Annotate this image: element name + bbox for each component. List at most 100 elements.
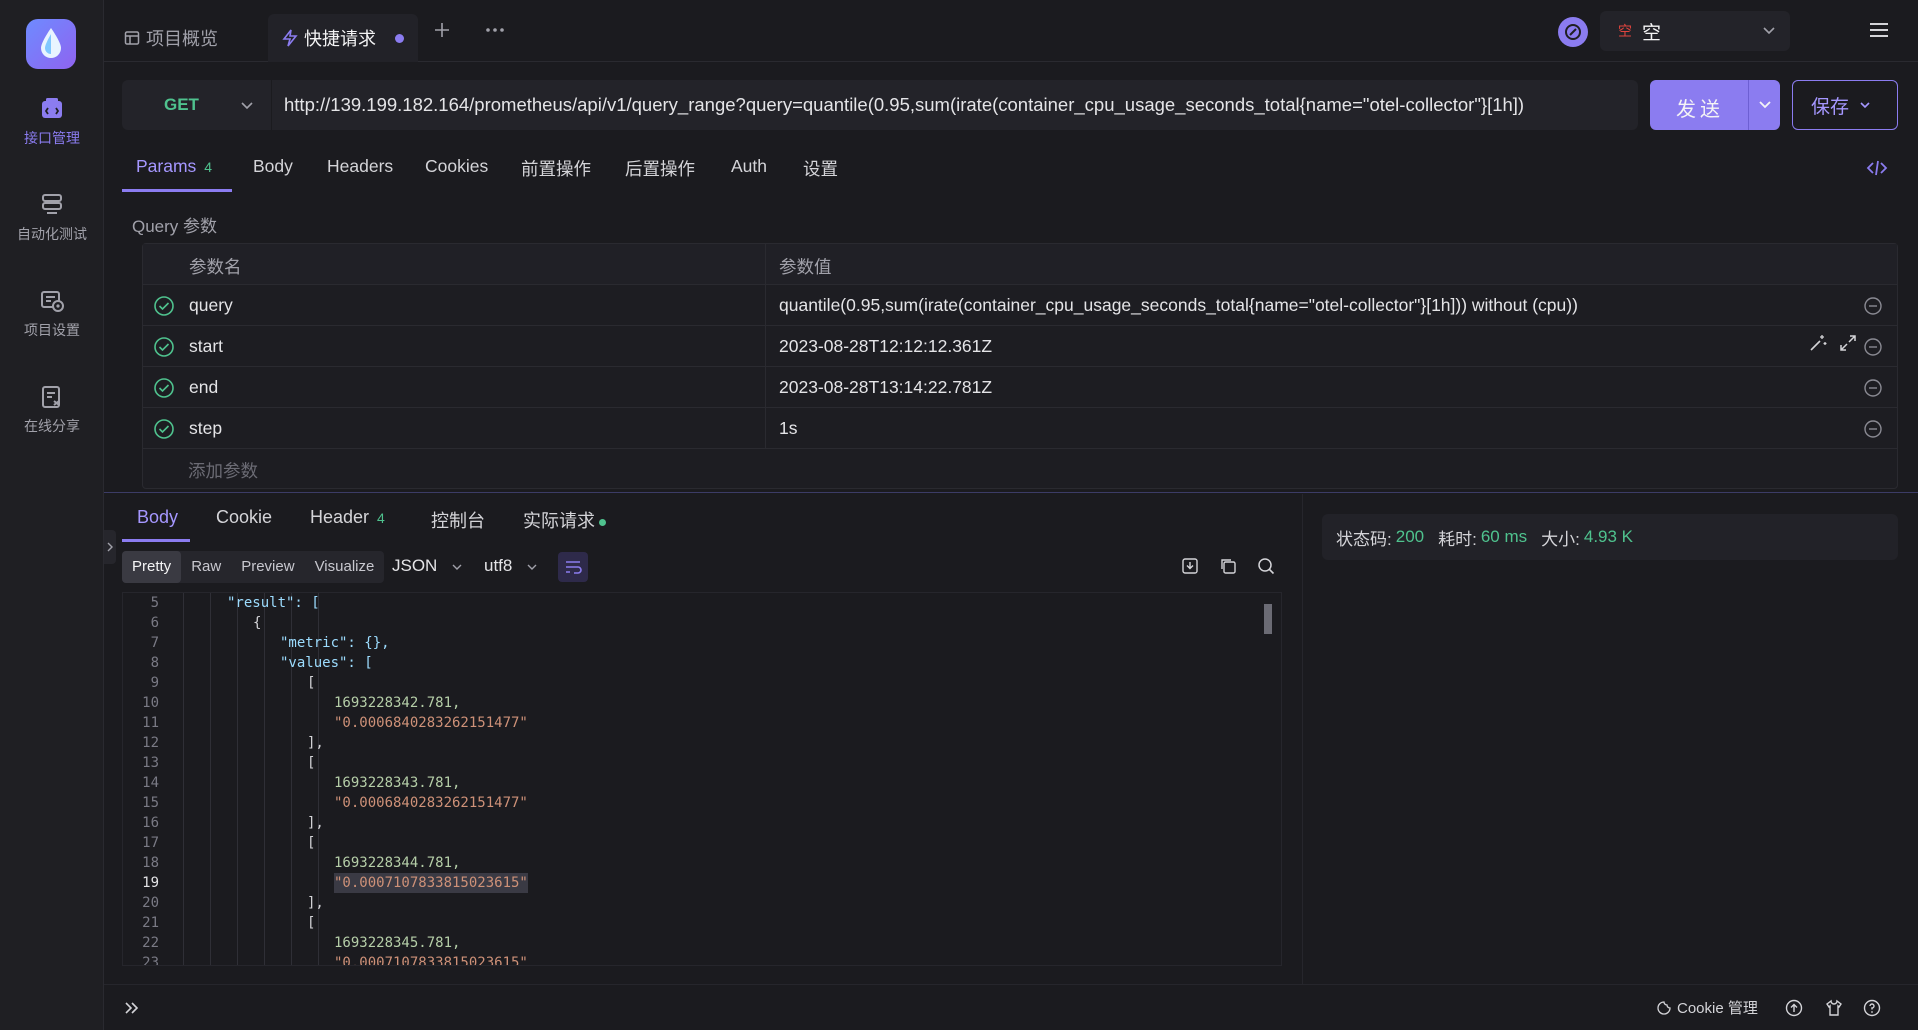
remove-circle-icon[interactable] — [1863, 378, 1883, 398]
copy-icon[interactable] — [1218, 556, 1238, 576]
environment-badge: 空 — [1618, 23, 1632, 39]
language-select[interactable]: JSON — [392, 556, 464, 576]
active-tab-indicator — [122, 539, 190, 542]
menu-icon[interactable] — [1868, 20, 1890, 40]
download-icon[interactable] — [1180, 556, 1200, 576]
code-icon[interactable] — [1866, 157, 1888, 179]
api-icon — [42, 98, 62, 118]
param-name[interactable]: end — [189, 377, 218, 398]
response-body-viewer[interactable]: 5 "result": [ 6{ 7 "metric": {}, 8 "values"… — [122, 592, 1282, 966]
remove-circle-icon[interactable] — [1863, 337, 1883, 357]
plus-icon — [435, 23, 449, 37]
param-value[interactable]: 1s — [779, 418, 797, 439]
method-select[interactable]: GET — [122, 80, 272, 130]
sidebar-item-api[interactable]: 接口管理 — [0, 88, 104, 168]
param-value[interactable]: 2023-08-28T12:12:12.361Z — [779, 336, 992, 357]
word-wrap-button[interactable] — [558, 552, 588, 582]
response-tab-body[interactable]: Body — [137, 507, 178, 528]
table-row[interactable]: start 2023-08-28T12:12:12.361Z — [143, 326, 1897, 367]
magic-wand-icon[interactable] — [1808, 333, 1828, 353]
layout-icon — [124, 31, 140, 45]
tab-quick-request[interactable]: 快捷请求 — [268, 14, 418, 62]
table-row[interactable]: step 1s — [143, 408, 1897, 449]
panel-divider[interactable] — [104, 492, 1918, 493]
table-row[interactable]: end 2023-08-28T13:14:22.781Z — [143, 367, 1897, 408]
url-input[interactable]: http://139.199.182.164/prometheus/api/v1… — [284, 80, 1630, 130]
tab-overview[interactable]: 项目概览 — [124, 14, 218, 62]
active-tab-indicator — [122, 189, 232, 192]
check-circle-icon[interactable] — [153, 377, 175, 399]
encoding-value: utf8 — [484, 556, 513, 575]
response-tab-console[interactable]: 控制台 — [431, 507, 485, 533]
check-circle-icon[interactable] — [153, 336, 175, 358]
param-value[interactable]: 2023-08-28T13:14:22.781Z — [779, 377, 992, 398]
url-bar: GET http://139.199.182.164/prometheus/ap… — [122, 80, 1638, 130]
app-logo[interactable] — [26, 19, 76, 69]
check-circle-icon[interactable] — [153, 295, 175, 317]
tab-post-request[interactable]: 后置操作 — [625, 156, 695, 181]
tab-body[interactable]: Body — [253, 156, 293, 177]
upload-icon[interactable] — [1784, 998, 1804, 1018]
tab-label: Params — [136, 156, 197, 176]
response-tab-cookie[interactable]: Cookie — [216, 507, 272, 528]
cookie-manager-button[interactable]: Cookie 管理 — [1656, 997, 1758, 1018]
double-chevron-right-icon[interactable] — [122, 998, 142, 1018]
environment-select[interactable]: 空 空 — [1600, 11, 1790, 51]
format-toggle-group: Pretty Raw Preview Visualize — [122, 551, 385, 583]
search-icon[interactable] — [1256, 556, 1276, 576]
project-settings-icon — [41, 291, 64, 312]
sidebar-item-label: 自动化测试 — [17, 226, 87, 242]
collapse-handle[interactable] — [104, 530, 116, 564]
tab-auth[interactable]: Auth — [731, 156, 767, 177]
chevron-right-icon — [107, 542, 113, 552]
table-row[interactable]: query quantile(0.95,sum(irate(container_… — [143, 285, 1897, 326]
sidebar-item-automation[interactable]: 自动化测试 — [0, 184, 104, 264]
send-button[interactable]: 发送 — [1650, 80, 1780, 130]
add-tab-button[interactable] — [432, 20, 452, 40]
response-tab-header[interactable]: Header 4 — [310, 507, 385, 528]
sidebar-item-share[interactable]: 在线分享 — [0, 376, 104, 456]
send-options-button[interactable] — [1748, 80, 1780, 130]
size-label: 大小: — [1541, 529, 1580, 549]
tab-cookies[interactable]: Cookies — [425, 156, 488, 177]
format-pretty[interactable]: Pretty — [122, 551, 182, 583]
table-header: 参数名 参数值 — [143, 244, 1897, 285]
help-icon[interactable] — [1862, 998, 1882, 1018]
response-status-panel: 状态码: 200 耗时: 60 ms 大小: 4.93 K — [1322, 514, 1898, 560]
check-circle-icon[interactable] — [153, 418, 175, 440]
format-visualize[interactable]: Visualize — [305, 551, 385, 583]
time-value: 60 ms — [1480, 527, 1528, 546]
response-tab-actual-request[interactable]: 实际请求 — [523, 507, 606, 533]
save-button[interactable]: 保存 — [1792, 80, 1898, 130]
add-param-input[interactable]: 添加参数 — [188, 458, 258, 483]
tab-label: 快捷请求 — [304, 29, 376, 49]
param-name[interactable]: query — [189, 295, 233, 316]
remove-circle-icon[interactable] — [1863, 419, 1883, 439]
sidebar-item-project-settings[interactable]: 项目设置 — [0, 280, 104, 360]
tab-settings[interactable]: 设置 — [803, 156, 838, 181]
tab-pre-request[interactable]: 前置操作 — [521, 156, 591, 181]
query-params-title: Query 参数 — [132, 217, 218, 236]
format-preview[interactable]: Preview — [231, 551, 304, 583]
format-raw[interactable]: Raw — [181, 551, 231, 583]
footer-bar — [104, 984, 1918, 1030]
chevron-down-icon — [527, 564, 537, 570]
tab-headers[interactable]: Headers — [327, 156, 393, 177]
theme-icon[interactable] — [1824, 998, 1844, 1018]
expand-icon[interactable] — [1838, 333, 1858, 353]
sync-icon — [1565, 24, 1581, 40]
panel-splitter[interactable] — [1302, 494, 1303, 984]
scrollbar-thumb[interactable] — [1264, 604, 1272, 634]
encoding-select[interactable]: utf8 — [484, 556, 539, 576]
environment-name: 空 — [1642, 22, 1662, 44]
chevron-down-icon — [1860, 102, 1870, 109]
status-code-value: 200 — [1395, 527, 1425, 546]
more-tabs-button[interactable] — [484, 16, 506, 36]
sync-button[interactable] — [1558, 17, 1588, 47]
tab-params[interactable]: Params 4 — [136, 156, 212, 177]
param-name[interactable]: step — [189, 418, 222, 439]
param-value[interactable]: quantile(0.95,sum(irate(container_cpu_us… — [779, 295, 1578, 316]
param-name[interactable]: start — [189, 336, 223, 357]
remove-circle-icon[interactable] — [1863, 296, 1883, 316]
status-dot — [599, 518, 606, 526]
